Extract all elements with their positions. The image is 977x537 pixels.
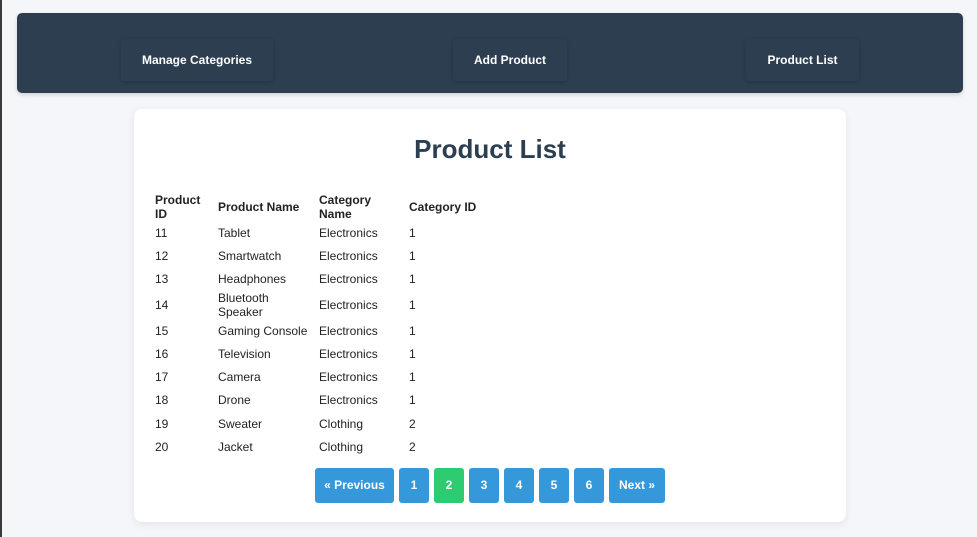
category-id-cell: 1 bbox=[409, 370, 416, 385]
category-name-cell: Electronics bbox=[319, 248, 378, 263]
table-row: 18 Drone Electronics 1 bbox=[154, 389, 478, 412]
product-name-cell: Camera bbox=[218, 370, 261, 385]
product-id-cell: 20 bbox=[155, 440, 169, 455]
product-id-cell: 11 bbox=[155, 225, 168, 240]
product-id-cell: 12 bbox=[155, 248, 169, 263]
product-name-cell: Sweater bbox=[218, 416, 263, 431]
product-id-cell: 15 bbox=[155, 323, 169, 338]
product-name-cell: Jacket bbox=[218, 440, 253, 455]
product-name-cell: Television bbox=[218, 346, 271, 361]
product-id-cell: 13 bbox=[155, 272, 169, 287]
window-edge bbox=[0, 0, 2, 537]
table-row: 16 Television Electronics 1 bbox=[154, 342, 478, 365]
product-id-cell: 19 bbox=[155, 416, 169, 431]
nav-manage-categories-label: Manage Categories bbox=[141, 53, 253, 67]
product-id-cell: 16 bbox=[155, 346, 169, 361]
table-row: 13 Headphones Electronics 1 bbox=[154, 268, 478, 291]
category-id-cell: 1 bbox=[409, 323, 416, 338]
category-name-cell: Clothing bbox=[319, 440, 364, 455]
product-id-cell: 14 bbox=[155, 297, 169, 312]
table-row: 17 Camera Electronics 1 bbox=[154, 365, 478, 388]
product-id-cell: 18 bbox=[155, 393, 169, 408]
nav-manage-categories[interactable]: Manage Categories bbox=[121, 39, 273, 81]
table-row: 19 Sweater Clothing 2 bbox=[154, 412, 478, 435]
header-category-name: Category Name bbox=[319, 193, 372, 221]
category-id-cell: 1 bbox=[409, 248, 416, 263]
table-row: 20 Jacket Clothing 2 bbox=[154, 435, 478, 458]
category-name-cell: Electronics bbox=[319, 297, 378, 312]
category-name-cell: Electronics bbox=[319, 393, 378, 408]
category-id-cell: 1 bbox=[409, 346, 416, 361]
header-product-name: Product Name bbox=[218, 200, 300, 214]
product-name-cell: Tablet bbox=[218, 225, 251, 240]
product-name-cell: Smartwatch bbox=[218, 248, 282, 263]
product-name-cell: Headphones bbox=[218, 272, 287, 287]
table-row: 12 Smartwatch Electronics 1 bbox=[154, 244, 478, 267]
product-id-cell: 17 bbox=[155, 370, 169, 385]
category-name-cell: Electronics bbox=[319, 370, 378, 385]
table-row: 15 Gaming Console Electronics 1 bbox=[154, 319, 478, 342]
page-2-button[interactable]: 2 bbox=[434, 468, 464, 503]
page-numbers: 123456 bbox=[397, 468, 607, 503]
product-name-cell: Drone bbox=[218, 393, 251, 408]
nav-product-list-label: Product List bbox=[767, 53, 838, 67]
pagination: « Previous 1 2 3 4 5 6 Next » bbox=[134, 468, 846, 503]
next-page-button[interactable]: Next » bbox=[609, 468, 665, 503]
category-name-cell: Electronics bbox=[319, 272, 378, 287]
product-table: Product ID Product Name Category Name Ca… bbox=[154, 193, 478, 459]
page-title: Product List bbox=[414, 134, 566, 164]
product-name-cell: Bluetooth Speaker bbox=[218, 290, 269, 319]
page-6-button[interactable]: 6 bbox=[574, 468, 604, 503]
category-name-cell: Electronics bbox=[319, 323, 378, 338]
nav-add-product-label: Add Product bbox=[474, 53, 546, 67]
nav-product-list[interactable]: Product List bbox=[746, 39, 859, 81]
category-id-cell: 1 bbox=[409, 225, 416, 240]
product-list-card: Product List Product ID Product Name Cat… bbox=[134, 109, 846, 522]
header-category-id: Category ID bbox=[409, 200, 477, 214]
top-navbar: Manage Categories Add Product Product Li… bbox=[17, 13, 963, 93]
category-id-cell: 1 bbox=[409, 393, 416, 408]
header-product-id: Product ID bbox=[155, 193, 201, 221]
page-5-button[interactable]: 5 bbox=[539, 468, 569, 503]
product-table-body: 11 Tablet Electronics 1 12 Smartwatch Electron… bbox=[154, 221, 478, 459]
category-id-cell: 1 bbox=[409, 272, 416, 287]
category-id-cell: 2 bbox=[409, 416, 416, 431]
category-name-cell: Electronics bbox=[319, 225, 378, 240]
category-id-cell: 1 bbox=[409, 297, 416, 312]
product-name-cell: Gaming Console bbox=[218, 323, 308, 338]
page-3-button[interactable]: 3 bbox=[469, 468, 499, 503]
category-name-cell: Clothing bbox=[319, 416, 364, 431]
page-1-button[interactable]: 1 bbox=[399, 468, 429, 503]
nav-add-product[interactable]: Add Product bbox=[453, 39, 567, 81]
table-header-row: Product ID Product Name Category Name Ca… bbox=[154, 193, 478, 221]
prev-page-button[interactable]: « Previous bbox=[315, 468, 394, 503]
category-id-cell: 2 bbox=[409, 440, 416, 455]
table-row: 11 Tablet Electronics 1 bbox=[154, 221, 478, 244]
table-row: 14 Bluetooth Speaker Electronics 1 bbox=[154, 291, 478, 319]
category-name-cell: Electronics bbox=[319, 346, 378, 361]
page-4-button[interactable]: 4 bbox=[504, 468, 534, 503]
